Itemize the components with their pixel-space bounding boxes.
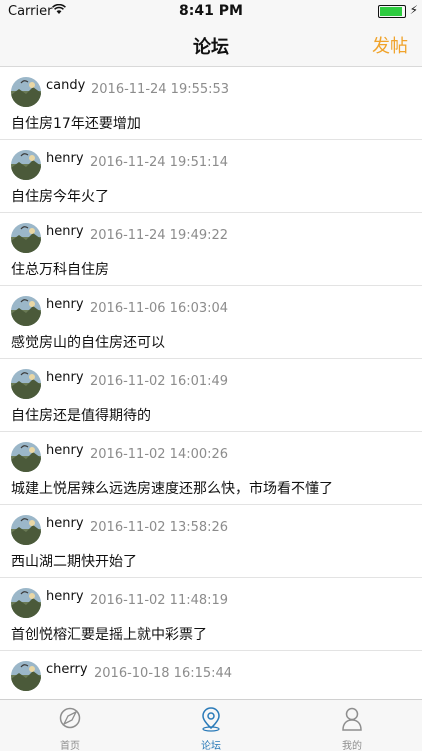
location-pin-icon [199, 706, 223, 732]
post-timestamp: 2016-11-06 16:03:04 [90, 301, 229, 316]
post-text: 城建上悦居辣么远选房速度还那么快，市场看不懂了 [11, 481, 333, 497]
post-timestamp: 2016-11-24 19:49:22 [90, 228, 229, 243]
post-author: henry [46, 224, 84, 239]
post-text: 住总万科自住房 [11, 262, 109, 278]
avatar[interactable] [11, 296, 41, 326]
clock: 8:41 PM [179, 3, 243, 19]
list-item[interactable]: henry 2016-11-06 16:03:04 感觉房山的自住房还可以 [0, 286, 422, 359]
post-author: henry [46, 443, 84, 458]
list-item[interactable]: candy 2016-11-24 19:55:53 自住房17年还要增加 [0, 67, 422, 140]
post-timestamp: 2016-11-24 19:55:53 [91, 82, 230, 97]
avatar[interactable] [11, 223, 41, 253]
person-icon [340, 706, 364, 732]
list-item[interactable]: henry 2016-11-02 16:01:49 自住房还是值得期待的 [0, 359, 422, 432]
post-text: 自住房还是值得期待的 [11, 408, 151, 424]
charging-icon: ⚡ [409, 3, 418, 17]
post-author: henry [46, 370, 84, 385]
list-item[interactable]: henry 2016-11-02 11:48:19 首创悦榕汇要是摇上就中彩票了 [0, 578, 422, 651]
new-post-button[interactable]: 发帖 [372, 32, 408, 58]
list-item[interactable]: henry 2016-11-24 19:49:22 住总万科自住房 [0, 213, 422, 286]
avatar[interactable] [11, 442, 41, 472]
post-timestamp: 2016-11-02 14:00:26 [90, 447, 229, 462]
post-timestamp: 2016-11-02 13:58:26 [90, 520, 229, 535]
avatar[interactable] [11, 661, 41, 691]
avatar[interactable] [11, 515, 41, 545]
post-author: cherry [46, 662, 88, 677]
post-text: 西山湖二期快开始了 [11, 554, 137, 570]
list-item[interactable]: henry 2016-11-02 13:58:26 西山湖二期快开始了 [0, 505, 422, 578]
avatar[interactable] [11, 150, 41, 180]
compass-icon [58, 706, 82, 732]
post-timestamp: 2016-10-18 16:15:44 [94, 666, 233, 681]
avatar[interactable] [11, 77, 41, 107]
post-timestamp: 2016-11-24 19:51:14 [90, 155, 229, 170]
post-author: henry [46, 589, 84, 604]
post-author: henry [46, 516, 84, 531]
list-item[interactable]: henry 2016-11-02 14:00:26 城建上悦居辣么远选房速度还那… [0, 432, 422, 505]
nav-bar: 论坛 发帖 [0, 22, 422, 67]
tab-home[interactable]: 首页 [0, 700, 140, 752]
post-timestamp: 2016-11-02 11:48:19 [90, 593, 229, 608]
post-text: 感觉房山的自住房还可以 [11, 335, 165, 351]
avatar[interactable] [11, 369, 41, 399]
avatar[interactable] [11, 588, 41, 618]
post-text: 自住房17年还要增加 [11, 116, 141, 132]
post-text: 自住房今年火了 [11, 189, 109, 205]
tab-forum[interactable]: 论坛 [141, 700, 281, 752]
post-author: henry [46, 297, 84, 312]
post-text: 首创悦榕汇要是摇上就中彩票了 [11, 627, 207, 643]
list-item[interactable]: henry 2016-11-24 19:51:14 自住房今年火了 [0, 140, 422, 213]
post-list[interactable]: candy 2016-11-24 19:55:53 自住房17年还要增加 hen… [0, 67, 422, 699]
tab-profile[interactable]: 我的 [282, 700, 422, 752]
post-author: candy [46, 78, 86, 93]
post-timestamp: 2016-11-02 16:01:49 [90, 374, 229, 389]
tab-bar: 首页 论坛 我的 [0, 699, 422, 752]
post-author: henry [46, 151, 84, 166]
list-item[interactable]: cherry 2016-10-18 16:15:44 六环居近三期了吧快快 [0, 651, 422, 699]
battery-icon [378, 5, 406, 18]
page-title: 论坛 [193, 37, 229, 58]
status-bar: Carrier 8:41 PM ⚡ [0, 0, 422, 22]
